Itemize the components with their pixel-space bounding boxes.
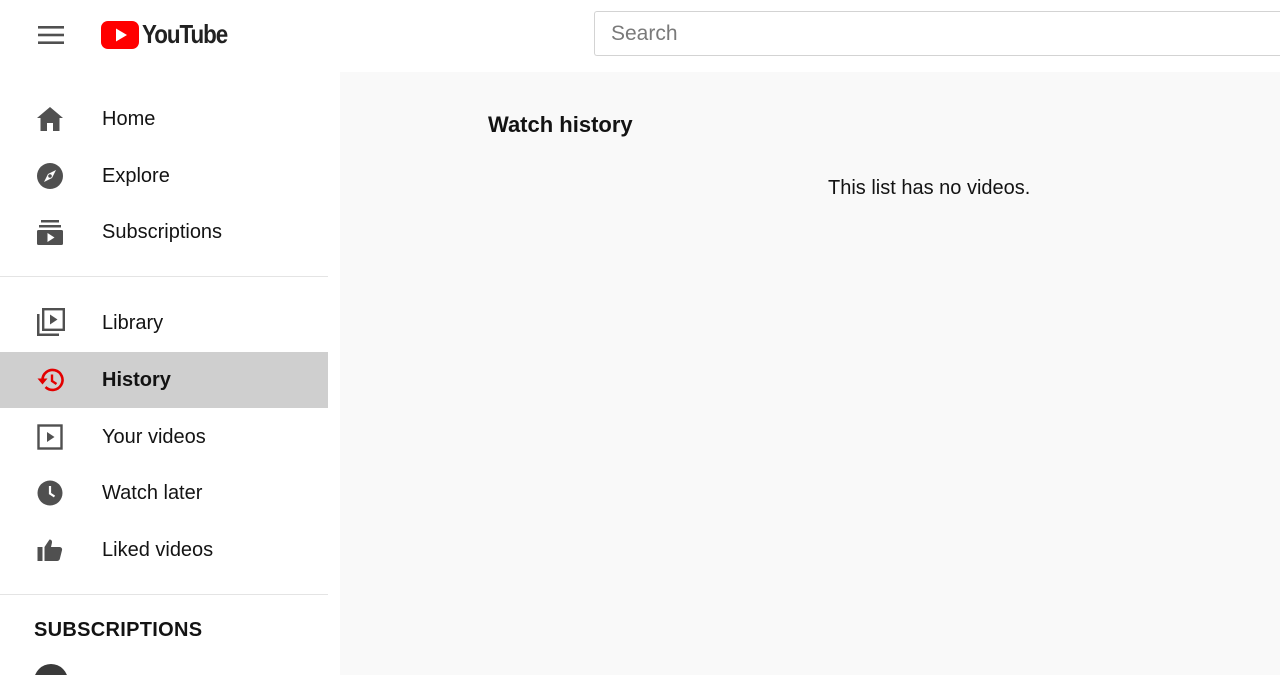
- empty-list-message: This list has no videos.: [828, 177, 1031, 199]
- history-icon: [35, 365, 65, 395]
- guide-menu-button[interactable]: [26, 16, 76, 54]
- youtube-logo[interactable]: YouTube: [101, 19, 241, 50]
- subscriptions-icon: [35, 217, 65, 247]
- channel-avatar[interactable]: [34, 664, 68, 675]
- play-square-icon: [35, 422, 65, 452]
- search-box[interactable]: [594, 11, 1280, 56]
- thumbs-up-icon: [35, 535, 65, 565]
- sidebar-item-label: Watch later: [102, 481, 203, 504]
- search-input[interactable]: [595, 12, 1280, 55]
- sidebar-item-explore[interactable]: Explore: [0, 148, 328, 204]
- home-icon: [35, 104, 65, 134]
- sidebar-item-liked-videos[interactable]: Liked videos: [0, 522, 328, 578]
- sidebar-item-home[interactable]: Home: [0, 91, 328, 147]
- logo-wordmark: YouTube: [142, 19, 228, 49]
- sidebar-item-label: Explore: [102, 164, 170, 187]
- page-title: Watch history: [488, 112, 633, 137]
- sidebar-item-label: Library: [102, 311, 164, 334]
- sidebar-item-label: Your videos: [102, 425, 206, 448]
- subscriptions-section-title: SUBSCRIPTIONS: [34, 619, 203, 641]
- youtube-play-logo-icon: [101, 20, 139, 49]
- sidebar-item-watch-later[interactable]: Watch later: [0, 465, 328, 521]
- library-icon: [35, 308, 65, 338]
- top-bar: YouTube: [0, 0, 1280, 72]
- sidebar-item-label: Liked videos: [102, 538, 214, 561]
- sidebar-divider: [0, 276, 328, 277]
- main-content: Watch history This list has no videos.: [340, 72, 1280, 675]
- sidebar-item-library[interactable]: Library: [0, 295, 328, 351]
- sidebar-divider: [0, 594, 328, 595]
- sidebar-item-label: Home: [102, 107, 156, 130]
- hamburger-icon: [38, 26, 64, 44]
- sidebar-item-your-videos[interactable]: Your videos: [0, 409, 328, 465]
- compass-icon: [35, 161, 65, 191]
- clock-icon: [35, 478, 65, 508]
- sidebar-item-label: History: [102, 368, 171, 391]
- sidebar-item-subscriptions[interactable]: Subscriptions: [0, 204, 328, 260]
- sidebar-item-label: Subscriptions: [102, 220, 223, 243]
- sidebar: Home Explore Subscriptions Library Histo…: [0, 72, 328, 675]
- sidebar-item-history[interactable]: History: [0, 352, 328, 408]
